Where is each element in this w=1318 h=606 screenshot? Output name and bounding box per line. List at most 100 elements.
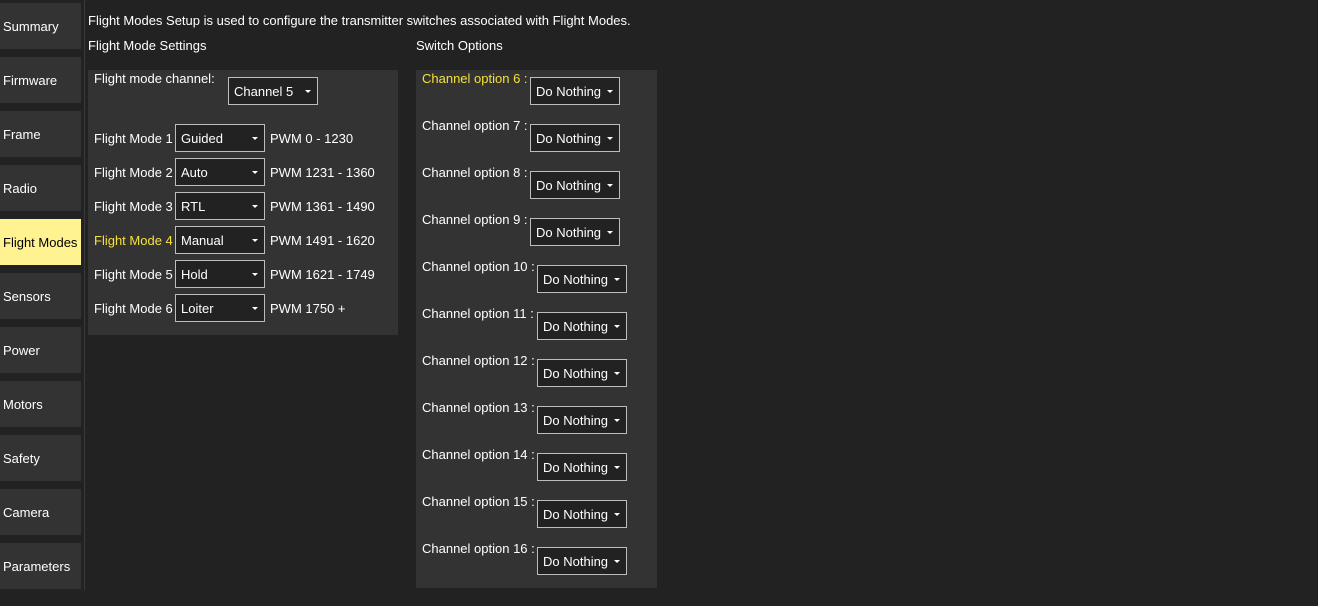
flight-mode-5-label: Flight Mode 5 (94, 267, 173, 282)
chevron-down-icon (252, 239, 258, 242)
channel-option-11-label: Channel option 11 : (422, 306, 534, 321)
sidebar-item-label: Motors (3, 396, 43, 412)
sidebar-item-label: Power (3, 342, 40, 358)
channel-option-13-label: Channel option 13 : (422, 400, 535, 415)
channel-option-16-label: Channel option 16 : (422, 541, 535, 556)
combo-value: Do Nothing (543, 506, 609, 522)
chevron-down-icon (614, 513, 620, 516)
flight-mode-1-select[interactable]: Guided (175, 124, 265, 152)
flight-mode-1-label: Flight Mode 1 (94, 131, 173, 146)
flight-mode-3-label: Flight Mode 3 (94, 199, 173, 214)
sidebar-item-label: Safety (3, 450, 40, 466)
flight-mode-2-select[interactable]: Auto (175, 158, 265, 186)
chevron-down-icon (614, 372, 620, 375)
sidebar-item-safety[interactable]: Safety (0, 435, 81, 481)
combo-value: RTL (181, 198, 206, 214)
chevron-down-icon (607, 231, 613, 234)
combo-value: Do Nothing (536, 177, 602, 193)
flight-mode-4-select[interactable]: Manual (175, 226, 265, 254)
combo-value: Do Nothing (536, 130, 602, 146)
flight-mode-3-pwm: PWM 1361 - 1490 (270, 199, 375, 214)
flight-mode-3-select[interactable]: RTL (175, 192, 265, 220)
combo-value: Do Nothing (543, 365, 609, 381)
chevron-down-icon (305, 90, 311, 93)
flight-mode-5-select[interactable]: Hold (175, 260, 265, 288)
channel-option-10-label: Channel option 10 : (422, 259, 535, 274)
sidebar-item-firmware[interactable]: Firmware (0, 57, 81, 103)
channel-option-6-select[interactable]: Do Nothing (530, 77, 620, 105)
combo-value: Guided (181, 130, 223, 146)
combo-value: Do Nothing (543, 271, 609, 287)
sidebar: Summary Firmware Frame Radio Flight Mode… (0, 0, 85, 590)
chevron-down-icon (252, 137, 258, 140)
chevron-down-icon (252, 205, 258, 208)
sidebar-item-power[interactable]: Power (0, 327, 81, 373)
combo-value: Do Nothing (543, 412, 609, 428)
chevron-down-icon (614, 278, 620, 281)
channel-option-15-select[interactable]: Do Nothing (537, 500, 627, 528)
chevron-down-icon (252, 171, 258, 174)
sidebar-item-label: Frame (3, 126, 41, 142)
flight-mode-channel-label: Flight mode channel: (94, 71, 215, 86)
channel-option-12-label: Channel option 12 : (422, 353, 535, 368)
switch-options-panel: Channel option 6 : Do Nothing Channel op… (416, 70, 657, 588)
channel-option-12-select[interactable]: Do Nothing (537, 359, 627, 387)
chevron-down-icon (607, 137, 613, 140)
chevron-down-icon (614, 560, 620, 563)
channel-option-11-select[interactable]: Do Nothing (537, 312, 627, 340)
combo-value: Loiter (181, 300, 214, 316)
sidebar-item-label: Firmware (3, 72, 58, 88)
channel-option-13-select[interactable]: Do Nothing (537, 406, 627, 434)
chevron-down-icon (252, 307, 258, 310)
flight-mode-settings-title: Flight Mode Settings (88, 38, 207, 53)
chevron-down-icon (252, 273, 258, 276)
sidebar-item-radio[interactable]: Radio (0, 165, 81, 211)
sidebar-item-summary[interactable]: Summary (0, 3, 81, 49)
channel-option-9-select[interactable]: Do Nothing (530, 218, 620, 246)
combo-value: Manual (181, 232, 224, 248)
combo-value: Do Nothing (543, 553, 609, 569)
channel-option-8-select[interactable]: Do Nothing (530, 171, 620, 199)
channel-option-7-select[interactable]: Do Nothing (530, 124, 620, 152)
sidebar-item-sensors[interactable]: Sensors (0, 273, 81, 319)
sidebar-item-camera[interactable]: Camera (0, 489, 81, 535)
channel-option-7-label: Channel option 7 : (422, 118, 528, 133)
page-description: Flight Modes Setup is used to configure … (88, 13, 631, 28)
channel-option-9-label: Channel option 9 : (422, 212, 528, 227)
chevron-down-icon (614, 325, 620, 328)
sidebar-item-label: Radio (3, 180, 37, 196)
flight-mode-4-pwm: PWM 1491 - 1620 (270, 233, 375, 248)
channel-option-16-select[interactable]: Do Nothing (537, 547, 627, 575)
sidebar-item-frame[interactable]: Frame (0, 111, 81, 157)
chevron-down-icon (614, 419, 620, 422)
channel-option-8-label: Channel option 8 : (422, 165, 528, 180)
sidebar-item-motors[interactable]: Motors (0, 381, 81, 427)
flight-mode-settings-panel: Flight mode channel: Channel 5 Flight Mo… (88, 70, 398, 335)
chevron-down-icon (607, 90, 613, 93)
combo-value: Hold (181, 266, 208, 282)
sidebar-item-label: Summary (3, 18, 59, 34)
combo-value: Channel 5 (234, 83, 294, 99)
channel-option-14-label: Channel option 14 : (422, 447, 535, 462)
channel-option-6-label: Channel option 6 : (422, 71, 528, 86)
combo-value: Do Nothing (543, 318, 609, 334)
combo-value: Auto (181, 164, 208, 180)
flight-mode-2-pwm: PWM 1231 - 1360 (270, 165, 375, 180)
flight-mode-1-pwm: PWM 0 - 1230 (270, 131, 354, 146)
flight-mode-6-pwm: PWM 1750 + (270, 301, 346, 316)
sidebar-item-label: Camera (3, 504, 50, 520)
flight-mode-channel-select[interactable]: Channel 5 (228, 77, 318, 105)
sidebar-item-label: Flight Modes (3, 234, 78, 250)
sidebar-item-label: Parameters (3, 558, 71, 574)
channel-option-10-select[interactable]: Do Nothing (537, 265, 627, 293)
sidebar-item-parameters[interactable]: Parameters (0, 543, 81, 589)
channel-option-14-select[interactable]: Do Nothing (537, 453, 627, 481)
flight-mode-4-label: Flight Mode 4 (94, 233, 173, 248)
combo-value: Do Nothing (543, 459, 609, 475)
chevron-down-icon (607, 184, 613, 187)
sidebar-item-label: Sensors (3, 288, 51, 304)
sidebar-item-flight-modes[interactable]: Flight Modes (0, 219, 81, 265)
flight-mode-6-select[interactable]: Loiter (175, 294, 265, 322)
switch-options-title: Switch Options (416, 38, 503, 53)
flight-mode-6-label: Flight Mode 6 (94, 301, 173, 316)
